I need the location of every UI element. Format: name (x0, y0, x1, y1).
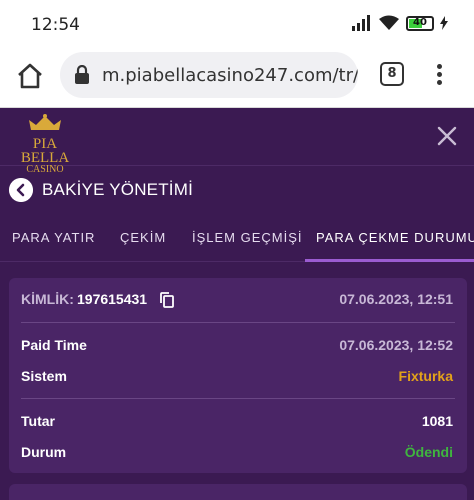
charging-icon (440, 16, 448, 30)
system-row: Sistem Fixturka (21, 368, 453, 388)
system-label: Sistem (21, 368, 67, 384)
tab-withdrawal-status[interactable]: PARA ÇEKME DURUMU (316, 230, 474, 245)
wifi-icon (379, 15, 399, 30)
url-text[interactable]: m.piabellacasino247.com/tr/ (102, 65, 358, 86)
status-icons: 40 (352, 15, 448, 31)
amount-label: Tutar (21, 413, 55, 429)
tab-deposit[interactable]: PARA YATIR (12, 230, 95, 245)
paid-time-row: Paid Time 07.06.2023, 12:52 (21, 337, 453, 357)
address-bar[interactable]: m.piabellacasino247.com/tr/ (60, 52, 358, 98)
system-value: Fixturka (398, 368, 453, 384)
logo-text: PIA BELLA (20, 136, 70, 166)
tab-withdraw[interactable]: ÇEKİM (120, 230, 166, 245)
tab-bar: PARA YATIR ÇEKİM İŞLEM GEÇMİŞİ PARA ÇEKM… (0, 216, 474, 262)
amount-row: Tutar 1081 (21, 413, 453, 433)
home-icon[interactable] (16, 62, 44, 90)
id-value: 197615431 (77, 291, 148, 307)
page-header: BAKİYE YÖNETİMİ (0, 166, 474, 216)
page-title: BAKİYE YÖNETİMİ (42, 180, 194, 199)
copy-icon[interactable] (160, 292, 174, 308)
more-vert-icon[interactable] (433, 62, 445, 88)
id-label: KİMLİK: (21, 291, 74, 307)
chevron-left-icon[interactable] (9, 178, 33, 202)
status-label: Durum (21, 444, 67, 460)
paid-time-value: 07.06.2023, 12:52 (339, 337, 453, 353)
divider (21, 322, 455, 323)
created-date: 07.06.2023, 12:51 (339, 291, 453, 307)
status-bar: 12:54 40 (0, 0, 474, 50)
card-id-row: KİMLİK: 197615431 07.06.2023, 12:51 (21, 291, 453, 311)
site-logo[interactable]: PIA BELLA CASINO (10, 114, 80, 175)
close-icon[interactable] (436, 125, 458, 147)
crown-icon (29, 114, 61, 130)
paid-time-label: Paid Time (21, 337, 87, 353)
signal-icon (352, 15, 370, 31)
withdrawal-card: KİMLİK: 197615431 07.06.2023, 12:51 Paid… (9, 278, 467, 473)
tab-switcher-button[interactable]: 8 (380, 62, 404, 86)
divider (21, 398, 455, 399)
battery-icon: 40 (406, 15, 434, 31)
site-header: PIA BELLA CASINO (0, 108, 474, 175)
status-badge: Ödendi (404, 444, 453, 460)
tab-transaction-history[interactable]: İŞLEM GEÇMİŞİ (192, 230, 303, 245)
amount-value: 1081 (421, 413, 453, 429)
active-tab-indicator (305, 259, 474, 262)
clock: 12:54 (31, 15, 80, 35)
battery-level: 40 (413, 16, 427, 28)
browser-toolbar: m.piabellacasino247.com/tr/ 8 (0, 50, 474, 108)
status-row: Durum Ödendi (21, 444, 453, 464)
lock-icon[interactable] (74, 65, 90, 85)
withdrawal-card (9, 484, 467, 500)
